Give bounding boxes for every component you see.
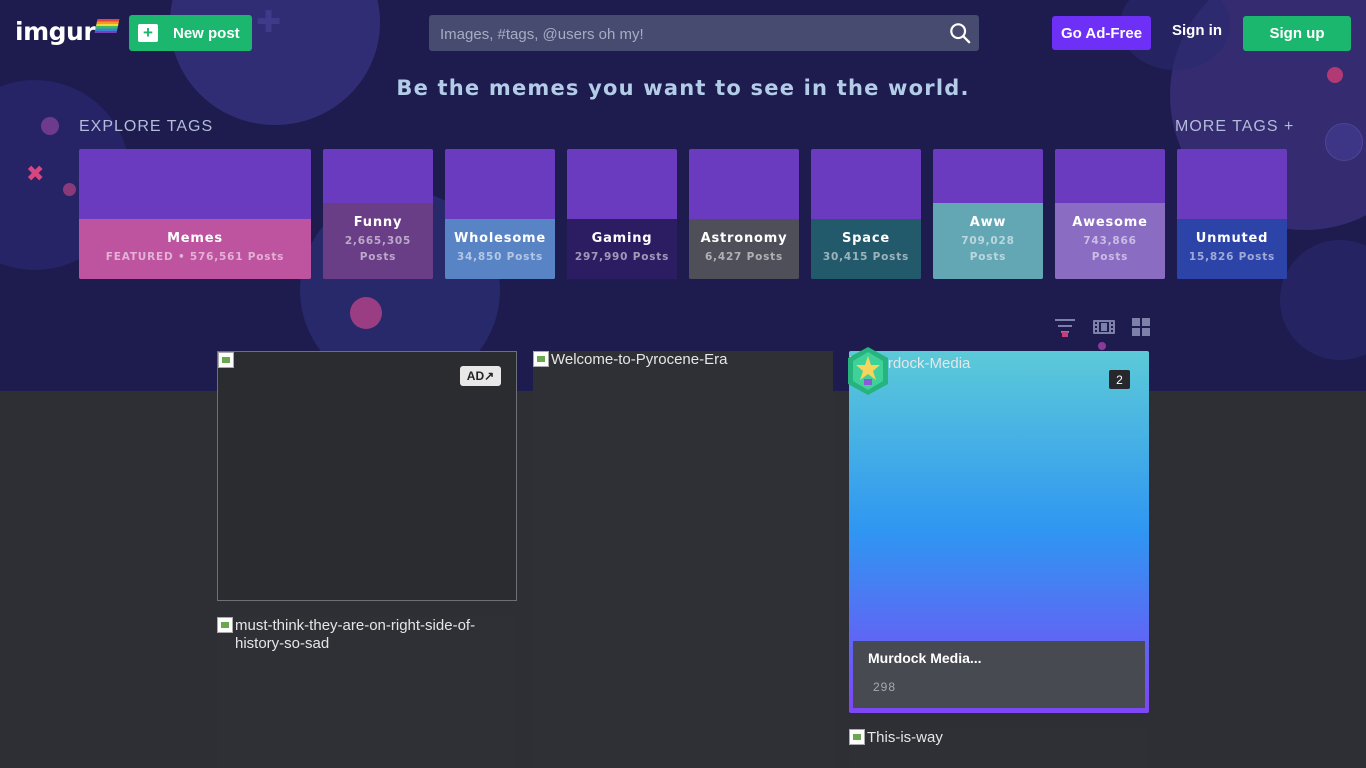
tag-tile-wholesome[interactable]: Wholesome 34,850 Posts <box>445 149 555 279</box>
decor-dot <box>41 117 59 135</box>
logo-text: imgur <box>15 17 96 46</box>
broken-image-icon <box>533 351 549 367</box>
ad-image <box>218 352 236 368</box>
decor-plus-icon: ✚ <box>256 5 282 40</box>
tag-info: Funny 2,665,305 Posts <box>323 203 433 279</box>
ad-badge[interactable]: AD↗ <box>460 366 501 386</box>
promoted-post-card[interactable]: Murdock-Media 2 Murdock Media... 298 <box>849 351 1149 713</box>
broken-image-icon <box>217 617 233 633</box>
post-card[interactable]: must-think-they-are-on-right-side-of-his… <box>217 617 517 768</box>
post-info-panel: Murdock Media... 298 <box>853 641 1145 708</box>
new-post-button[interactable]: + New post <box>129 15 252 51</box>
tag-tile-aww[interactable]: Aww 709,028 Posts <box>933 149 1043 279</box>
decor-dot <box>63 183 76 196</box>
tag-count: 743,866 <box>1083 235 1137 247</box>
tag-info: Memes FEATURED • 576,561 Posts <box>79 219 311 279</box>
tag-count: 15,826 Posts <box>1188 251 1276 263</box>
tag-info: Gaming 297,990 Posts <box>567 219 677 279</box>
post-image-alt: Welcome-to-Pyrocene-Era <box>551 351 728 368</box>
tag-name: Astronomy <box>700 231 788 246</box>
tag-tile-space[interactable]: Space 30,415 Posts <box>811 149 921 279</box>
post-image-alt: must-think-they-are-on-right-side-of-his… <box>235 617 476 652</box>
tag-name: Wholesome <box>453 231 547 246</box>
post-card[interactable]: Welcome-to-Pyrocene-Era <box>533 351 833 768</box>
new-post-label: New post <box>173 24 240 42</box>
post-points: 298 <box>873 680 897 694</box>
ad-card[interactable]: AD↗ <box>217 351 517 601</box>
tag-tile-gaming[interactable]: Gaming 297,990 Posts <box>567 149 677 279</box>
go-ad-free-button[interactable]: Go Ad-Free <box>1052 16 1151 50</box>
tag-name: Funny <box>353 215 403 230</box>
tag-count-unit: Posts <box>969 251 1007 263</box>
tag-count: 34,850 Posts <box>456 251 544 263</box>
decor-bubble <box>1280 240 1366 360</box>
tag-tile-funny[interactable]: Funny 2,665,305 Posts <box>323 149 433 279</box>
tag-count: 2,665,305 <box>344 235 412 247</box>
tag-tile-awesome[interactable]: Awesome 743,866 Posts <box>1055 149 1165 279</box>
tag-count: 30,415 Posts <box>822 251 910 263</box>
imgur-logo[interactable]: imgur <box>15 17 120 47</box>
sign-in-link[interactable]: Sign in <box>1166 22 1228 44</box>
image-count-badge: 2 <box>1109 370 1130 389</box>
film-view-icon[interactable] <box>1092 317 1116 337</box>
tag-name: Memes <box>167 231 223 246</box>
tag-info: Unmuted 15,826 Posts <box>1177 219 1287 279</box>
tag-count-unit: Posts <box>1091 251 1129 263</box>
trophy-badge-icon <box>848 347 888 395</box>
post-card[interactable]: This-is-way <box>849 729 1149 768</box>
search-bar <box>429 15 979 53</box>
broken-image-icon <box>218 352 234 368</box>
tag-info: Aww 709,028 Posts <box>933 203 1043 279</box>
tag-count: FEATURED • 576,561 Posts <box>105 251 285 263</box>
tag-name: Unmuted <box>1195 231 1269 246</box>
broken-image-icon <box>849 729 865 745</box>
more-tags-link[interactable]: MORE TAGS + <box>1175 118 1294 136</box>
tag-info: Wholesome 34,850 Posts <box>445 219 555 279</box>
sort-filter-icon[interactable] <box>1054 317 1076 337</box>
tag-tile-unmuted[interactable]: Unmuted 15,826 Posts <box>1177 149 1287 279</box>
post-image-alt: This-is-way <box>867 729 943 746</box>
tag-name: Gaming <box>591 231 653 246</box>
post-image: This-is-way <box>849 729 943 747</box>
tag-name: Space <box>842 231 890 246</box>
tag-name: Awesome <box>1072 215 1148 230</box>
decor-dot <box>350 297 382 329</box>
tag-info: Astronomy 6,427 Posts <box>689 219 799 279</box>
plus-icon: + <box>138 24 158 42</box>
tag-count: 709,028 <box>961 235 1015 247</box>
hero-tagline: Be the memes you want to see in the worl… <box>396 76 970 100</box>
decor-dot <box>1098 342 1106 350</box>
post-image: must-think-they-are-on-right-side-of-his… <box>217 617 515 653</box>
rainbow-flag-icon <box>94 19 120 33</box>
tag-tile-memes[interactable]: Memes FEATURED • 576,561 Posts <box>79 149 311 279</box>
decor-x-icon: ✖ <box>26 162 45 187</box>
search-icon[interactable] <box>949 22 971 44</box>
tag-info: Awesome 743,866 Posts <box>1055 203 1165 279</box>
explore-tags-heading: EXPLORE TAGS <box>79 118 214 135</box>
tag-tile-astronomy[interactable]: Astronomy 6,427 Posts <box>689 149 799 279</box>
grid-view-icon[interactable] <box>1130 317 1152 337</box>
search-input[interactable] <box>429 15 942 53</box>
tag-name: Aww <box>969 215 1007 230</box>
tag-info: Space 30,415 Posts <box>811 219 921 279</box>
decor-dot <box>1325 123 1363 161</box>
tag-count-unit: Posts <box>359 251 397 263</box>
tag-count: 6,427 Posts <box>704 251 784 263</box>
sign-up-button[interactable]: Sign up <box>1243 16 1351 51</box>
tag-count: 297,990 Posts <box>574 251 670 263</box>
post-image: Welcome-to-Pyrocene-Era <box>533 351 727 369</box>
post-title[interactable]: Murdock Media... <box>868 650 982 666</box>
